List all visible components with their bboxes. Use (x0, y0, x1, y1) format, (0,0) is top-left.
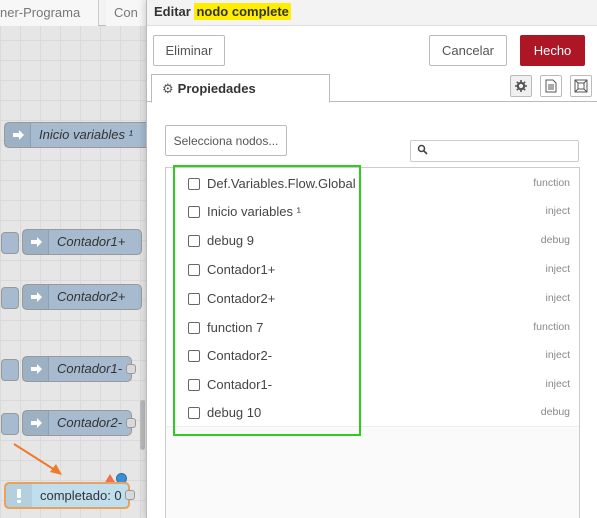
cancel-button[interactable]: Cancelar (429, 35, 507, 66)
alert-icon (6, 484, 32, 507)
tab-node-settings[interactable] (510, 75, 532, 97)
node-checkbox[interactable] (188, 206, 200, 218)
annotation-arrow (13, 443, 62, 475)
list-item[interactable]: Contador2- inject (166, 341, 579, 370)
done-button[interactable]: Hecho (520, 35, 585, 66)
flow-node-contador2-plus[interactable]: Contador2+ (1, 284, 142, 310)
search-icon (417, 144, 428, 155)
tray-header: Editar nodo complete (147, 0, 597, 26)
list-item-name: debug 9 (207, 233, 254, 248)
node-checkbox[interactable] (188, 322, 200, 334)
tab-properties-label: Propiedades (177, 81, 256, 96)
flow-node-complete[interactable]: completado: 0 (4, 482, 135, 509)
node-checkbox[interactable] (188, 350, 200, 362)
list-item[interactable]: Contador2+ inject (166, 284, 579, 313)
arrow-right-icon (23, 411, 49, 435)
delete-button[interactable]: Eliminar (153, 35, 225, 66)
workspace-tab-con[interactable]: Con (106, 0, 146, 26)
edit-tray: Editar nodo complete Eliminar Cancelar H… (146, 0, 597, 518)
list-item-name: Def.Variables.Flow.Global (207, 176, 356, 191)
list-item-name: Inicio variables ¹ (207, 204, 301, 219)
list-item-type: debug (540, 234, 570, 246)
list-item-type: inject (545, 263, 570, 275)
list-item[interactable]: debug 9 debug (166, 226, 579, 255)
flow-node-label: Inicio variables ¹ (39, 127, 133, 142)
list-item-type: inject (545, 349, 570, 361)
file-icon (545, 79, 557, 93)
list-item-type: function (533, 177, 570, 189)
node-selection-list: Def.Variables.Flow.Global function Inici… (165, 167, 580, 518)
list-item-type: inject (545, 292, 570, 304)
list-item-type: function (533, 321, 570, 333)
node-checkbox[interactable] (188, 264, 200, 276)
flow-node-label: completado: 0 (40, 488, 122, 503)
list-item-name: Contador1+ (207, 262, 276, 277)
tray-title: Editar nodo complete (154, 3, 291, 20)
arrow-right-icon (23, 230, 49, 254)
node-checkbox[interactable] (188, 379, 200, 391)
flow-node-label: Contador2+ (57, 289, 126, 304)
inject-trigger-button[interactable] (1, 287, 19, 309)
list-item-name: debug 10 (207, 405, 262, 420)
list-item-name: function 7 (207, 320, 264, 335)
node-checkbox[interactable] (188, 407, 200, 419)
flow-node-label: Contador1- (57, 361, 123, 376)
tray-tabs: ⚙ Propiedades (147, 72, 597, 103)
list-item-name: Contador2+ (207, 291, 276, 306)
layout-icon (574, 79, 588, 93)
flow-node-contador1-minus[interactable]: Contador1- (1, 356, 136, 382)
tab-description[interactable] (540, 75, 562, 97)
list-item[interactable]: function 7 function (166, 313, 579, 342)
flow-node-contador2-minus[interactable]: Contador2- (1, 410, 136, 436)
gear-icon: ⚙ (162, 81, 174, 96)
arrow-right-icon (5, 123, 31, 147)
tray-title-node-name: nodo complete (194, 3, 291, 20)
tab-appearance[interactable] (570, 75, 592, 97)
output-port[interactable] (126, 364, 136, 374)
tab-properties[interactable]: ⚙ Propiedades (151, 74, 330, 103)
arrow-right-icon (23, 357, 49, 381)
list-item-type: debug (540, 406, 570, 418)
flow-node-label: Contador1+ (57, 234, 126, 249)
node-checkbox[interactable] (188, 178, 200, 190)
inject-trigger-button[interactable] (1, 413, 19, 435)
list-item[interactable]: Contador1+ inject (166, 255, 579, 284)
arrow-right-icon (23, 285, 49, 309)
node-checkbox[interactable] (188, 235, 200, 247)
gear-icon (515, 80, 527, 92)
inject-trigger-button[interactable] (1, 359, 19, 381)
list-item[interactable]: Contador1- inject (166, 370, 579, 399)
workspace-tab-programa[interactable]: ner-Programa (0, 0, 99, 26)
list-item-name: Contador2- (207, 348, 273, 363)
flow-node-label: Contador2- (57, 415, 123, 430)
list-item[interactable]: Inicio variables ¹ inject (166, 197, 579, 226)
output-port[interactable] (125, 490, 135, 500)
workspace-tabbar: ner-Programa Con (0, 0, 146, 26)
list-item-name: Contador1- (207, 377, 273, 392)
flow-node-contador1-plus[interactable]: Contador1+ (1, 229, 142, 255)
inject-trigger-button[interactable] (1, 232, 19, 254)
select-nodes-button[interactable]: Selecciona nodos... (165, 125, 287, 156)
list-empty-area (166, 426, 579, 518)
list-item-type: inject (545, 205, 570, 217)
list-item[interactable]: Def.Variables.Flow.Global function (166, 169, 579, 198)
list-item-type: inject (545, 378, 570, 390)
output-port[interactable] (126, 418, 136, 428)
node-search-box[interactable] (410, 140, 579, 162)
tray-title-prefix: Editar (154, 4, 191, 19)
flow-workspace[interactable]: ner-Programa Con Inicio variables ¹ Cont… (0, 0, 146, 518)
list-item[interactable]: debug 10 debug (166, 398, 579, 427)
node-checkbox[interactable] (188, 293, 200, 305)
flow-node-inicio-variables[interactable]: Inicio variables ¹ (4, 122, 146, 148)
workspace-scrollbar[interactable] (140, 400, 145, 450)
search-input[interactable] (431, 142, 571, 160)
